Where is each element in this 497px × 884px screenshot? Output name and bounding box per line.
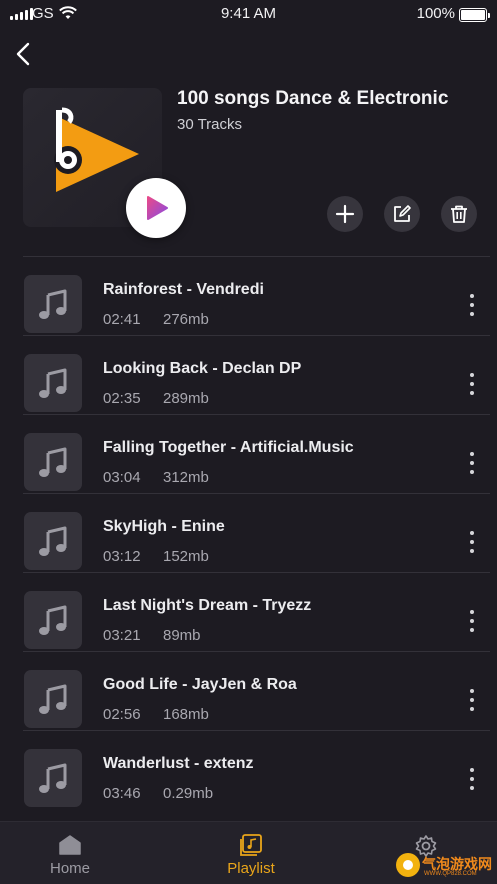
tab-playlist-label: Playlist	[227, 860, 275, 877]
delete-button[interactable]	[441, 196, 477, 232]
track-duration: 03:04	[103, 469, 141, 486]
track-size: 289mb	[163, 390, 209, 407]
track-title: Wanderlust - extenz	[103, 755, 254, 772]
track-title: Last Night's Dream - Tryezz	[103, 597, 312, 614]
track-size: 168mb	[163, 706, 209, 723]
track-count: 30 Tracks	[177, 116, 243, 133]
track-row[interactable]: SkyHigh - Enine 03:12 152mb	[0, 494, 497, 573]
more-options-button[interactable]	[462, 450, 482, 476]
track-duration: 02:41	[103, 311, 141, 328]
music-note-icon	[39, 368, 67, 398]
track-size: 312mb	[163, 469, 209, 486]
track-title: Falling Together - Artificial.Music	[103, 439, 354, 456]
track-list: Rainforest - Vendredi 02:41 276mb Lookin…	[0, 257, 497, 810]
music-note-icon	[39, 526, 67, 556]
track-row[interactable]: Rainforest - Vendredi 02:41 276mb	[0, 257, 497, 336]
watermark-url: WWW.QP828.COM	[424, 871, 477, 877]
track-size: 0.29mb	[163, 785, 214, 802]
tab-playlist[interactable]: Playlist	[191, 822, 311, 884]
music-note-icon	[39, 605, 67, 635]
track-row[interactable]: Falling Together - Artificial.Music 03:0…	[0, 415, 497, 494]
tab-home[interactable]: Home	[10, 822, 130, 884]
more-options-button[interactable]	[462, 687, 482, 713]
track-thumbnail	[24, 670, 82, 728]
track-row[interactable]: Good Life - JayJen & Roa 02:56 168mb	[0, 652, 497, 731]
tab-home-label: Home	[49, 860, 90, 877]
track-row[interactable]: Last Night's Dream - Tryezz 03:21 89mb	[0, 573, 497, 652]
more-options-button[interactable]	[462, 608, 482, 634]
site-watermark: 气泡游戏网 WWW.QP828.COM	[394, 850, 494, 880]
more-options-button[interactable]	[462, 529, 482, 555]
track-size: 276mb	[163, 311, 209, 328]
back-button[interactable]	[10, 40, 38, 68]
playlist-title: 100 songs Dance & Electronic	[177, 88, 449, 109]
more-options-button[interactable]	[462, 371, 482, 397]
track-thumbnail	[24, 591, 82, 649]
track-thumbnail	[24, 433, 82, 491]
battery-icon	[459, 8, 490, 22]
status-bar: GS 9:41 AM 100%	[0, 0, 497, 28]
track-thumbnail	[24, 749, 82, 807]
track-title: SkyHigh - Enine	[103, 518, 225, 535]
track-duration: 03:46	[103, 785, 141, 802]
track-title: Rainforest - Vendredi	[103, 281, 264, 298]
playlist-icon	[240, 834, 262, 856]
watermark-logo-icon	[396, 853, 420, 877]
music-note-icon	[39, 289, 67, 319]
edit-button[interactable]	[384, 196, 420, 232]
more-options-button[interactable]	[462, 292, 482, 318]
music-note-icon	[39, 447, 67, 477]
plus-icon	[335, 204, 355, 224]
track-row[interactable]: Wanderlust - extenz 03:46 0.29mb	[0, 731, 497, 810]
track-duration: 02:35	[103, 390, 141, 407]
track-title: Good Life - JayJen & Roa	[103, 676, 297, 693]
home-icon	[59, 835, 81, 855]
more-options-button[interactable]	[462, 766, 482, 792]
play-button[interactable]	[126, 178, 186, 238]
track-size: 152mb	[163, 548, 209, 565]
play-icon	[147, 196, 168, 220]
chevron-left-icon	[16, 42, 30, 66]
track-title: Looking Back - Declan DP	[103, 360, 302, 377]
music-note-icon	[39, 763, 67, 793]
music-note-icon	[39, 684, 67, 714]
trash-icon	[451, 205, 467, 223]
edit-icon	[394, 205, 411, 222]
track-size: 89mb	[163, 627, 201, 644]
track-thumbnail	[24, 275, 82, 333]
track-thumbnail	[24, 354, 82, 412]
add-button[interactable]	[327, 196, 363, 232]
track-thumbnail	[24, 512, 82, 570]
track-duration: 03:21	[103, 627, 141, 644]
track-duration: 02:56	[103, 706, 141, 723]
battery-percent: 100%	[416, 5, 455, 22]
track-duration: 03:12	[103, 548, 141, 565]
track-row[interactable]: Looking Back - Declan DP 02:35 289mb	[0, 336, 497, 415]
